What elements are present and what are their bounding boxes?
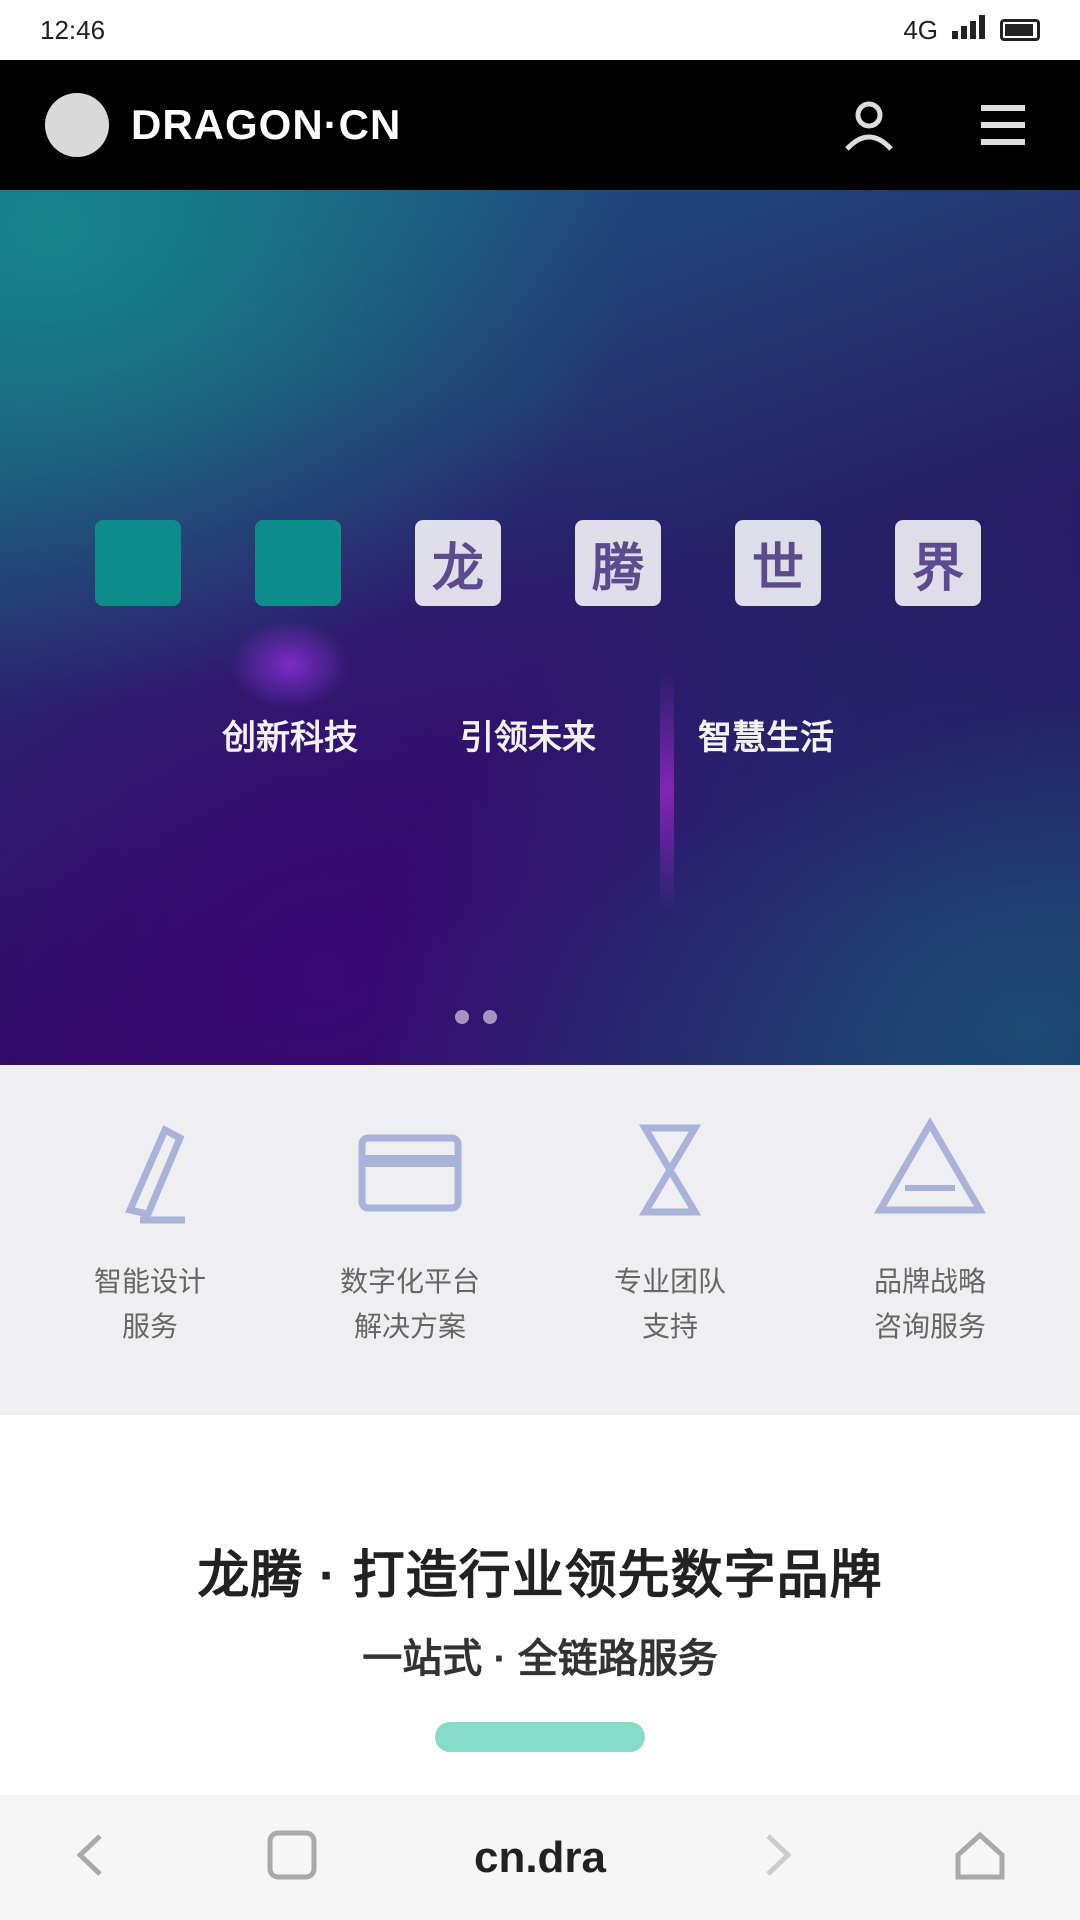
app-header: DRAGON·CN	[0, 60, 1080, 190]
hero-tile: 界	[895, 520, 981, 606]
promo-button[interactable]	[435, 1722, 645, 1752]
promo-section: 龙腾 · 打造行业领先数字品牌 一站式 · 全链路服务	[0, 1415, 1080, 1795]
card-icon	[350, 1110, 470, 1230]
forward-icon[interactable]	[758, 1830, 798, 1885]
url-field[interactable]: cn.dra	[474, 1833, 606, 1883]
browser-toolbar: cn.dra	[0, 1795, 1080, 1920]
feature-label-line: 品牌战略	[873, 1266, 986, 1297]
signal-icon	[952, 14, 986, 46]
tabs-icon[interactable]	[262, 1825, 322, 1890]
pager-dot[interactable]	[483, 1010, 497, 1024]
glow-decoration	[230, 620, 350, 710]
hero-tag: 引领未来	[460, 719, 596, 757]
hero-tags: 创新科技 引领未来 智慧生活	[210, 710, 846, 759]
hero-tile: 世	[735, 520, 821, 606]
logo-icon[interactable]	[45, 93, 109, 157]
user-icon[interactable]	[837, 93, 901, 157]
hero-tile	[95, 520, 181, 606]
triangle-icon	[870, 1110, 990, 1230]
pager-dot[interactable]	[455, 1010, 469, 1024]
feature-label-line: 支持	[641, 1310, 698, 1342]
hero-tag: 创新科技	[222, 719, 358, 757]
hero-tiles: 龙 腾 世 界	[95, 520, 981, 606]
feature-item-team[interactable]: 专业团队 支持	[555, 1065, 785, 1415]
feature-label-line: 智能设计	[93, 1266, 206, 1297]
hero-banner[interactable]: 龙 腾 世 界 创新科技 引领未来 智慧生活	[0, 190, 1080, 1065]
menu-icon[interactable]	[971, 93, 1035, 157]
feature-row: 智能设计 服务 数字化平台 解决方案 专业团队 支持 品牌战略 咨询服务	[0, 1065, 1080, 1415]
feature-label-line: 服务	[121, 1310, 178, 1342]
pen-icon	[90, 1110, 210, 1230]
app-title[interactable]: DRAGON·CN	[131, 101, 401, 149]
hero-tile: 龙	[415, 520, 501, 606]
promo-subtitle: 一站式 · 全链路服务	[362, 1637, 718, 1681]
light-streak-decoration	[660, 670, 674, 910]
promo-title: 龙腾 · 打造行业领先数字品牌	[197, 1547, 883, 1605]
status-bar: 12:46 4G	[0, 0, 1080, 60]
feature-label-line: 数字化平台	[339, 1266, 480, 1297]
carrier-label: 4G	[903, 14, 938, 45]
feature-label-line: 咨询服务	[873, 1310, 986, 1342]
feature-item-platform[interactable]: 数字化平台 解决方案	[295, 1065, 525, 1415]
hero-tag: 智慧生活	[698, 719, 834, 757]
home-icon[interactable]	[950, 1825, 1010, 1890]
battery-icon	[1000, 19, 1040, 41]
person-icon	[610, 1110, 730, 1230]
carousel-pager[interactable]	[455, 1010, 497, 1024]
feature-item-strategy[interactable]: 品牌战略 咨询服务	[815, 1065, 1045, 1415]
hero-tile: 腾	[575, 520, 661, 606]
feature-label-line: 专业团队	[613, 1266, 726, 1297]
feature-label-line: 解决方案	[353, 1310, 466, 1342]
back-icon[interactable]	[70, 1830, 110, 1885]
status-indicators: 4G	[903, 14, 1040, 46]
status-time: 12:46	[40, 14, 106, 45]
feature-item-design[interactable]: 智能设计 服务	[35, 1065, 265, 1415]
hero-tile	[255, 520, 341, 606]
